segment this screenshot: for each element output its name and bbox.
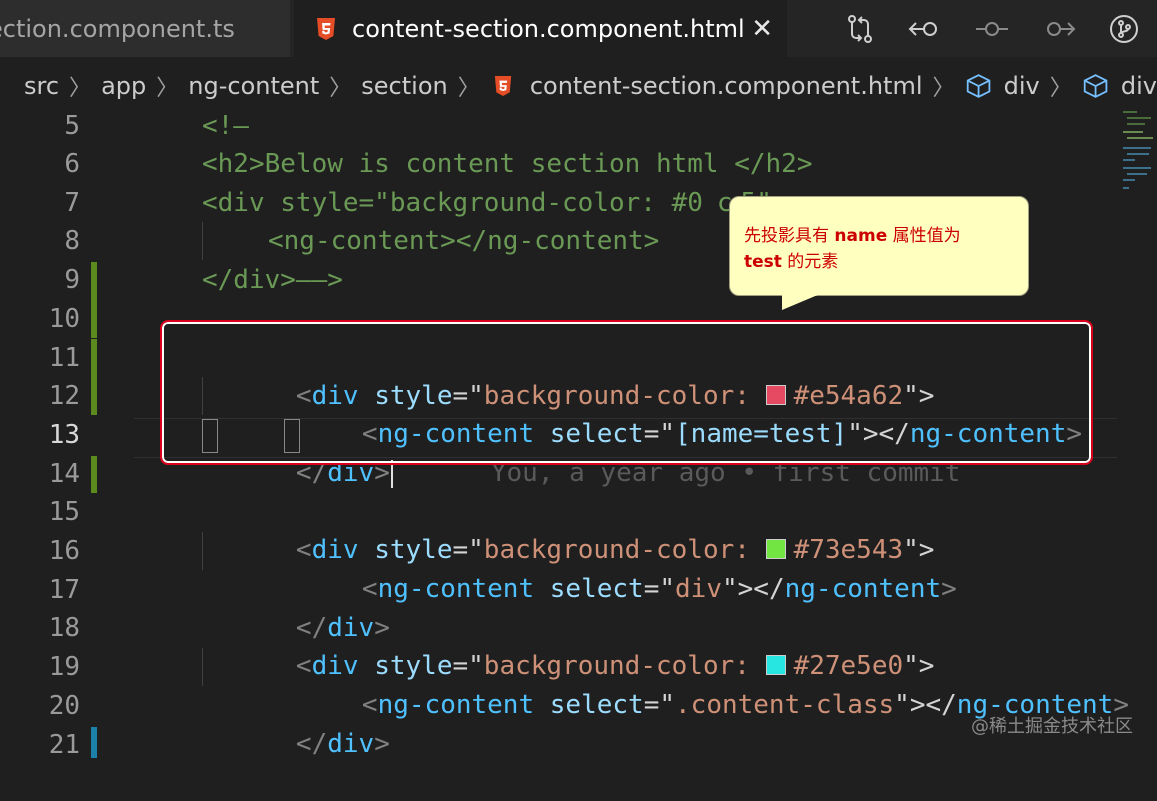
callout-keyword: test <box>744 252 782 272</box>
line-number-gutter: 5 6 7 8 9 10 11 12 13 14 15 16 17 18 19 … <box>0 111 97 760</box>
watermark: @稀土掘金技术社区 <box>971 716 1133 737</box>
code-line: </div> <box>202 571 390 643</box>
html5-icon <box>317 17 335 40</box>
git-modified-marker[interactable] <box>91 262 97 338</box>
chevron-right-icon: 〉 <box>932 76 955 101</box>
line-number: 11 <box>48 343 80 373</box>
breadcrumb-ng-content[interactable]: ng-content <box>188 72 319 100</box>
chevron-right-icon: 〉 <box>69 76 92 101</box>
source-control-icon[interactable] <box>1091 0 1157 57</box>
editor-actions <box>827 0 1157 57</box>
chevron-right-icon: 〉 <box>1049 76 1072 101</box>
code-line: <ng-content select=".content-class"></ng… <box>268 648 1129 720</box>
breadcrumb: src 〉 app 〉 ng-content 〉 section 〉 conte… <box>0 57 1157 115</box>
callout-keyword: name <box>834 226 888 246</box>
callout-text: 的元素 <box>781 252 839 272</box>
go-forward-icon[interactable] <box>1025 0 1091 57</box>
code-line: <!— <box>202 111 249 141</box>
line-number: 6 <box>64 149 80 179</box>
cube-icon <box>966 74 990 98</box>
code-token: select <box>549 690 644 720</box>
line-number: 8 <box>64 226 80 256</box>
git-modified-marker[interactable] <box>91 456 97 493</box>
close-icon[interactable]: ✕ <box>751 14 773 44</box>
callout-text: 属性值为 <box>887 226 961 246</box>
html5-icon <box>494 76 511 96</box>
callout-text: 先投影具有 <box>744 226 835 246</box>
breadcrumb-section[interactable]: section <box>361 72 447 100</box>
line-number: 19 <box>48 652 80 682</box>
callout-pointer <box>782 294 820 310</box>
code-line: </div> <box>202 687 390 759</box>
chevron-right-icon: 〉 <box>457 76 480 101</box>
breadcrumb-div[interactable]: div <box>1121 72 1157 100</box>
line-number: 9 <box>64 265 80 295</box>
code-token: "></ <box>894 690 957 720</box>
code-token: .content-class <box>675 690 895 720</box>
tab-bar: ection.component.ts content-section.comp… <box>0 0 1157 57</box>
line-number: 18 <box>48 613 80 643</box>
code-token: div <box>327 729 375 759</box>
code-token: > <box>941 574 957 604</box>
code-token: "></ <box>721 574 785 604</box>
code-line: <ng-content select="div"></ng-content> <box>268 532 957 604</box>
chevron-right-icon: 〉 <box>329 76 352 101</box>
git-modified-marker[interactable] <box>91 339 97 415</box>
code-line: <div style="background-color: #27e5e0"> <box>202 609 935 681</box>
code-token: ng-content <box>377 574 535 604</box>
line-number: 7 <box>64 188 80 218</box>
code-line: <ng-content></ng-content> <box>268 226 660 256</box>
code-token: </ <box>295 729 328 759</box>
go-back-icon[interactable] <box>893 0 959 57</box>
highlight-box <box>160 320 1093 465</box>
code-line: <div style="background-color: #73e543"> <box>202 493 935 565</box>
line-number: 14 <box>48 459 80 489</box>
tab-label: ection.component.ts <box>0 14 235 43</box>
line-number: 10 <box>48 304 80 334</box>
code-token: =" <box>643 690 676 720</box>
code-token: ng-content <box>784 574 942 604</box>
code-line: </div>——> <box>202 265 343 295</box>
code-line: <div style="background-color: #0c5" <box>202 184 772 222</box>
tab-content-section-html[interactable]: content-section.component.html ✕ <box>294 0 787 57</box>
line-number: 20 <box>48 691 80 721</box>
code-token: =" <box>643 574 676 604</box>
git-added-marker[interactable] <box>91 727 97 758</box>
line-number: 16 <box>48 536 80 566</box>
line-number: 15 <box>48 497 80 527</box>
line-number: 17 <box>48 575 80 605</box>
line-number: 5 <box>64 111 80 141</box>
breadcrumb-app[interactable]: app <box>101 72 146 100</box>
code-token: > <box>374 729 390 759</box>
chevron-right-icon: 〉 <box>156 76 179 101</box>
code-token: select <box>549 574 644 604</box>
indent-guide <box>202 222 203 260</box>
code-line: <h2>Below is content section html </h2> <box>202 149 813 179</box>
breadcrumb-file[interactable]: content-section.component.html <box>530 72 923 100</box>
line-number: 13 <box>48 420 80 450</box>
code-fragment: <div style="background-color: #0 <box>202 188 703 218</box>
line-number: 21 <box>48 730 80 760</box>
tab-label: content-section.component.html <box>352 14 745 43</box>
timeline-icon[interactable] <box>959 0 1025 57</box>
cube-icon <box>1083 74 1108 98</box>
code-token: div <box>675 574 722 604</box>
minimap[interactable] <box>1117 107 1157 207</box>
code-token: ng-content <box>377 690 535 720</box>
breadcrumb-div[interactable]: div <box>1004 72 1040 100</box>
annotation-callout: 先投影具有 name 属性值为 test 的元素 <box>729 196 1029 296</box>
breadcrumb-src[interactable]: src <box>24 72 59 100</box>
compare-changes-icon[interactable] <box>827 0 893 57</box>
line-number: 12 <box>48 381 80 411</box>
tab-component-ts[interactable]: ection.component.ts <box>0 0 290 57</box>
